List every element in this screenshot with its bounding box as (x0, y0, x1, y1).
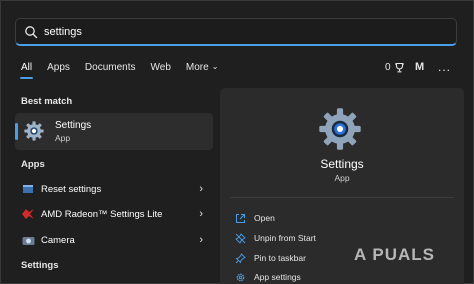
amd-radeon-icon (21, 207, 35, 221)
chevron-right-icon[interactable]: › (199, 208, 203, 220)
details-subtitle: App (334, 173, 350, 183)
more-options-icon[interactable]: ... (438, 57, 451, 77)
action-label: Unpin from Start (254, 233, 316, 243)
action-app-settings[interactable]: App settings (234, 270, 301, 284)
settings-gear-icon (319, 108, 361, 150)
tab-more[interactable]: More ⌄ (186, 62, 219, 73)
search-box[interactable] (15, 18, 457, 46)
appuals-watermark: A PUALS (354, 245, 435, 264)
details-title: Settings (320, 157, 364, 171)
tab-apps[interactable]: Apps (47, 62, 70, 73)
settings-section-heading: Settings (21, 260, 59, 271)
action-label: App settings (254, 272, 301, 282)
tab-documents[interactable]: Documents (85, 62, 136, 73)
action-pin-to-taskbar[interactable]: Pin to taskbar (234, 251, 306, 265)
pin-icon (234, 252, 246, 264)
settings-gear-icon (24, 121, 44, 141)
account-avatar[interactable]: M (415, 57, 424, 77)
rewards-points[interactable]: 0 (385, 57, 405, 77)
list-item-camera[interactable]: Camera › (21, 231, 211, 249)
best-match-heading: Best match (21, 96, 73, 107)
search-input[interactable] (44, 25, 424, 38)
action-open[interactable]: Open (234, 211, 275, 225)
camera-icon (21, 233, 35, 247)
list-item-amd-radeon[interactable]: AMD Radeon™ Settings Lite › (21, 205, 211, 223)
filter-tabs: All Apps Documents Web More ⌄ (19, 57, 233, 79)
chevron-right-icon[interactable]: › (199, 183, 203, 195)
points-count: 0 (385, 61, 391, 73)
unpin-icon (234, 232, 246, 244)
best-match-settings[interactable]: Settings App (15, 113, 213, 150)
chevron-right-icon[interactable]: › (199, 234, 203, 246)
best-match-type: App (55, 133, 71, 143)
selection-indicator (15, 123, 18, 140)
chevron-down-icon: ⌄ (211, 61, 219, 71)
best-match-name: Settings (55, 120, 92, 131)
list-item-reset-settings[interactable]: Reset settings › (21, 180, 211, 198)
details-divider (230, 197, 454, 198)
gear-icon (234, 271, 246, 283)
search-icon (25, 25, 38, 38)
list-item-label: Reset settings (41, 183, 102, 195)
tab-more-label: More (185, 61, 209, 73)
action-label: Pin to taskbar (254, 253, 306, 263)
action-label: Open (254, 213, 275, 223)
apps-heading: Apps (21, 159, 45, 170)
start-search-window: All Apps Documents Web More⌄ 0 M ... Bes… (0, 0, 474, 284)
trophy-icon (394, 62, 404, 72)
reset-settings-icon (21, 182, 35, 196)
tab-web[interactable]: Web (151, 62, 171, 73)
tab-all[interactable]: All (19, 62, 34, 79)
action-unpin-from-start[interactable]: Unpin from Start (234, 231, 316, 245)
open-external-icon (234, 212, 246, 224)
list-item-label: Camera (41, 234, 75, 246)
list-item-label: AMD Radeon™ Settings Lite (41, 208, 163, 220)
